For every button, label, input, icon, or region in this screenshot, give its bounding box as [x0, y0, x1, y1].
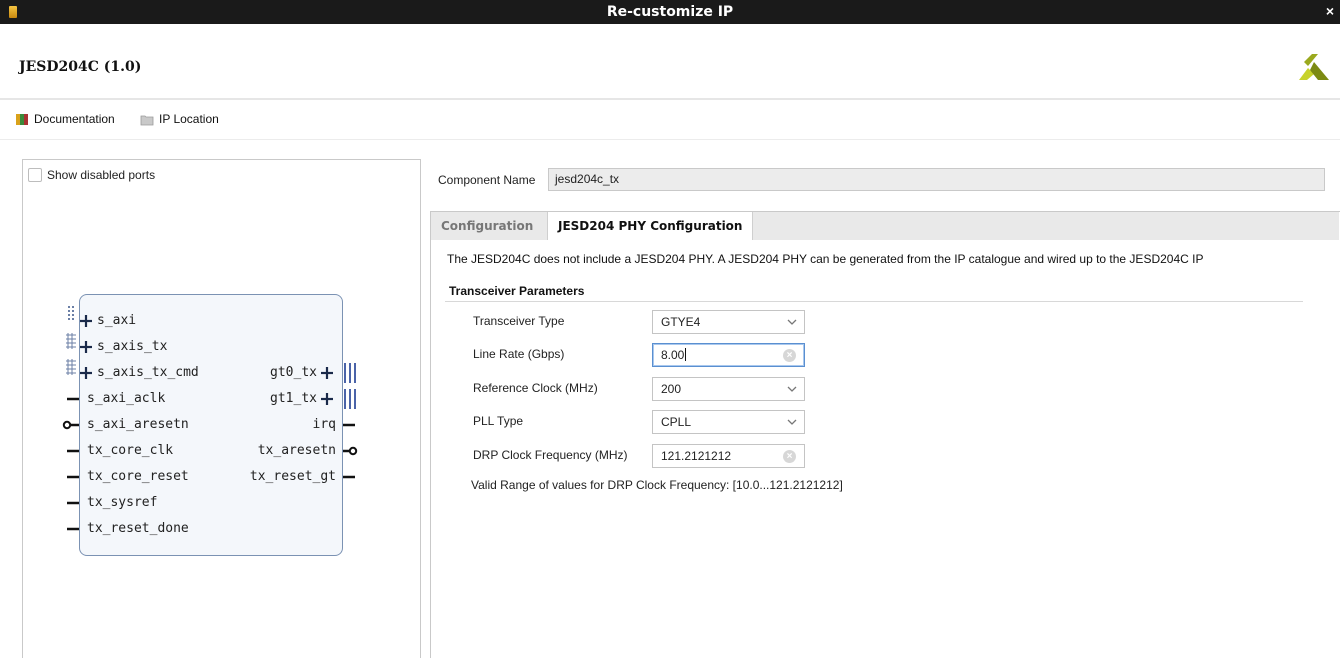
reference-clock-value: 200 — [661, 382, 682, 396]
documentation-button[interactable]: Documentation — [15, 112, 115, 126]
transceiver-type-value: GTYE4 — [661, 315, 701, 329]
port-s-axis-tx-cmd: s_axis_tx_cmd — [97, 365, 199, 380]
reference-clock-dropdown[interactable]: 200 — [652, 377, 805, 401]
vendor-logo-icon — [1299, 54, 1329, 80]
tab-bar: Configuration JESD204 PHY Configuration — [431, 212, 1339, 240]
section-title-transceiver-parameters: Transceiver Parameters — [449, 284, 585, 298]
line-rate-label: Line Rate (Gbps) — [473, 347, 565, 361]
text-caret — [685, 348, 687, 361]
section-divider — [445, 301, 1303, 302]
clear-icon[interactable]: × — [783, 450, 796, 463]
chevron-down-icon — [787, 319, 797, 325]
line-rate-value: 8.00 — [661, 348, 685, 362]
ip-name-title: JESD204C (1.0) — [19, 59, 142, 75]
chevron-down-icon — [787, 419, 797, 425]
port-tx-reset-gt: tx_reset_gt — [249, 469, 336, 484]
window-title: Re-customize IP — [606, 4, 734, 20]
port-s-axi-aresetn: s_axi_aresetn — [87, 417, 189, 432]
ip-symbol-panel: Show disabled ports s_axi s_axis_tx s_ax… — [22, 159, 421, 658]
chevron-down-icon — [787, 386, 797, 392]
port-tx-core-reset: tx_core_reset — [87, 469, 189, 484]
port-tx-aresetn: tx_aresetn — [257, 443, 336, 458]
port-s-axi-aclk: s_axi_aclk — [87, 391, 166, 406]
pll-type-label: PLL Type — [473, 414, 524, 428]
drp-clock-frequency-value: 121.2121212 — [661, 449, 732, 463]
port-s-axi: s_axi — [97, 313, 137, 328]
transceiver-type-label: Transceiver Type — [473, 314, 565, 328]
component-name-label: Component Name — [438, 173, 536, 187]
pll-type-value: CPLL — [661, 415, 692, 429]
drp-clock-frequency-input[interactable]: 121.2121212 × — [652, 444, 805, 468]
ip-location-button[interactable]: IP Location — [140, 112, 219, 126]
pll-type-dropdown[interactable]: CPLL — [652, 410, 805, 434]
folder-icon — [140, 115, 154, 125]
phy-tab-body: The JESD204C does not include a JESD204 … — [431, 240, 1339, 659]
port-irq: irq — [312, 417, 336, 432]
ip-location-label: IP Location — [159, 112, 219, 126]
tab-configuration[interactable]: Configuration — [431, 212, 544, 240]
config-panel: Component Name jesd204c_tx Configuration… — [430, 159, 1340, 659]
line-rate-input[interactable]: 8.00 × — [652, 343, 805, 367]
tab-jesd204-phy-configuration[interactable]: JESD204 PHY Configuration — [547, 212, 754, 240]
book-icon — [16, 113, 28, 125]
drp-clock-frequency-label: DRP Clock Frequency (MHz) — [473, 448, 628, 462]
transceiver-type-dropdown[interactable]: GTYE4 — [652, 310, 805, 334]
port-gt0-tx: gt0_tx — [270, 365, 317, 380]
ip-header: JESD204C (1.0) — [0, 24, 1340, 100]
documentation-label: Documentation — [34, 112, 115, 126]
reference-clock-label: Reference Clock (MHz) — [473, 381, 598, 395]
port-pins — [62, 306, 358, 531]
port-s-axis-tx: s_axis_tx — [97, 339, 168, 354]
port-tx-reset-done: tx_reset_done — [87, 521, 189, 536]
port-tx-core-clk: tx_core_clk — [87, 443, 174, 458]
close-icon[interactable]: × — [1326, 3, 1334, 19]
drp-valid-range-text: Valid Range of values for DRP Clock Freq… — [471, 478, 843, 492]
toolbar: Documentation IP Location — [0, 102, 1340, 140]
tabs-container: Configuration JESD204 PHY Configuration … — [430, 211, 1340, 659]
port-tx-sysref: tx_sysref — [87, 495, 158, 510]
title-bar: Re-customize IP × — [0, 0, 1340, 24]
port-gt1-tx: gt1_tx — [270, 391, 317, 406]
phy-note: The JESD204C does not include a JESD204 … — [447, 252, 1204, 266]
component-name-field[interactable]: jesd204c_tx — [548, 168, 1325, 191]
clear-icon[interactable]: × — [783, 349, 796, 362]
